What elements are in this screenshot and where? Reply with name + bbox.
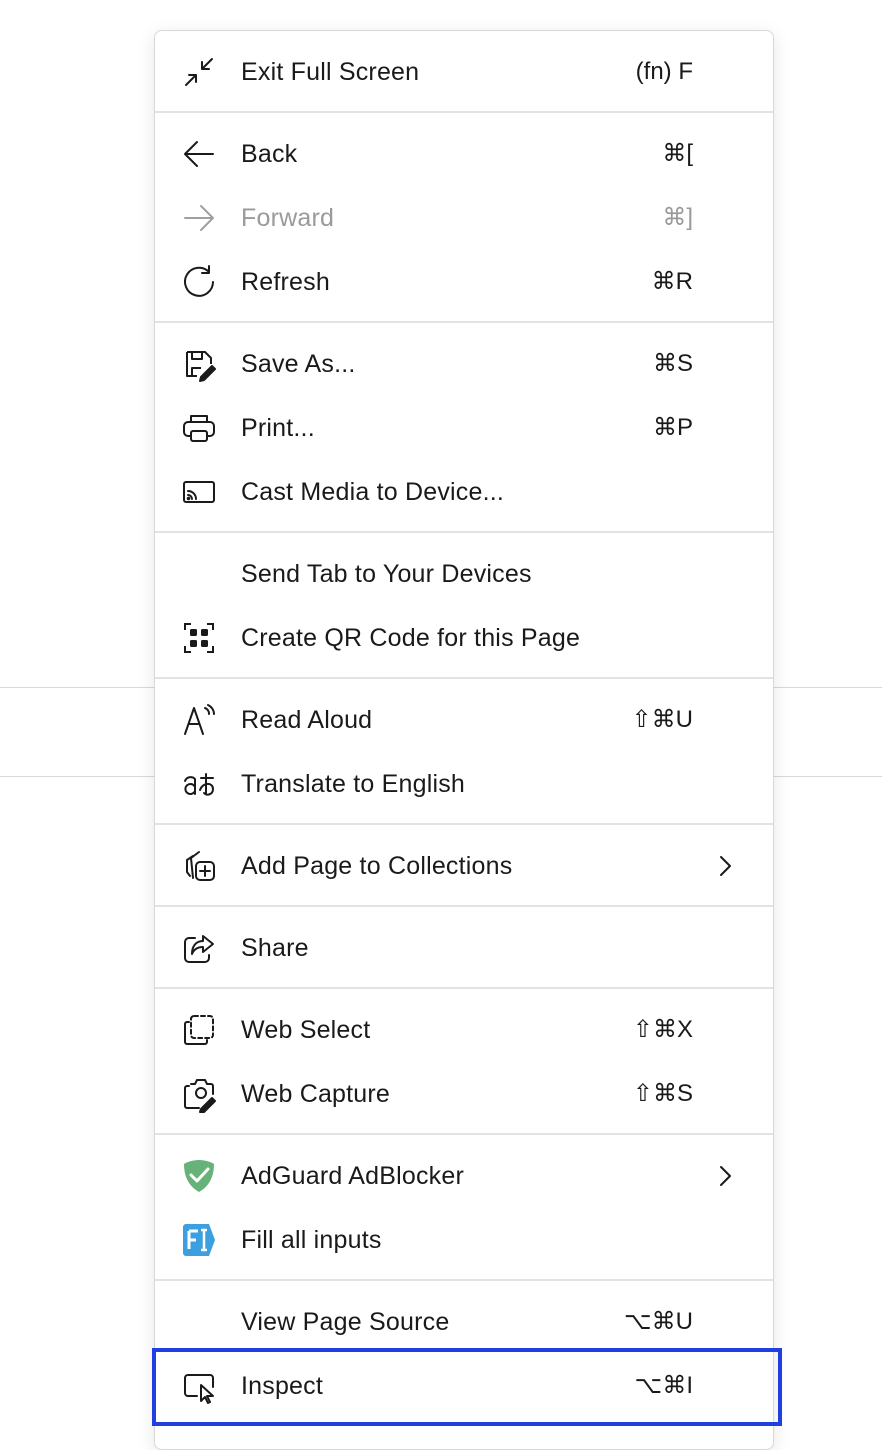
menu-item-label: AdGuard AdBlocker (241, 1162, 464, 1190)
shortcut-label: ⌥⌘I (634, 1372, 693, 1399)
menu-separator (155, 111, 773, 113)
menu-item-label: Print... (241, 414, 315, 442)
shortcut-label: ⌥⌘U (624, 1308, 693, 1335)
menu-separator (155, 1133, 773, 1135)
shortcut-label: ⌘R (651, 268, 693, 295)
exit-fullscreen-icon (181, 54, 217, 90)
menu-separator (155, 531, 773, 533)
menu-item-adguard[interactable]: AdGuard AdBlocker (155, 1144, 773, 1208)
shortcut-label: ⌘[ (662, 140, 693, 167)
menu-item-web-select[interactable]: Web Select ⇧⌘X (155, 998, 773, 1062)
context-menu: Exit Full Screen (fn) F Back ⌘[ Forward … (154, 30, 774, 1450)
menu-item-share[interactable]: Share (155, 916, 773, 980)
web-select-icon (181, 1012, 217, 1048)
menu-item-label: Refresh (241, 268, 330, 296)
menu-item-fill-all-inputs[interactable]: Fill all inputs (155, 1208, 773, 1272)
menu-item-back[interactable]: Back ⌘[ (155, 122, 773, 186)
chevron-right-icon (720, 856, 731, 876)
menu-item-inspect[interactable]: Inspect ⌥⌘I (155, 1354, 773, 1418)
collections-add-icon (181, 848, 217, 884)
menu-separator (155, 677, 773, 679)
cast-icon (181, 474, 217, 510)
menu-item-label: Translate to English (241, 770, 466, 798)
menu-item-label: Share (241, 934, 309, 962)
menu-item-label: Web Select (241, 1016, 371, 1044)
refresh-icon (181, 264, 217, 300)
shortcut-label: ⌘P (652, 414, 693, 441)
chevron-right-icon (720, 1166, 731, 1186)
menu-item-cast-media[interactable]: Cast Media to Device... (155, 460, 773, 524)
menu-item-exit-full-screen[interactable]: Exit Full Screen (fn) F (155, 40, 773, 104)
menu-separator (155, 905, 773, 907)
arrow-left-icon (181, 136, 217, 172)
web-capture-icon (181, 1076, 217, 1113)
menu-item-label: Cast Media to Device... (241, 478, 505, 506)
menu-item-read-aloud[interactable]: Read Aloud ⇧⌘U (155, 688, 773, 752)
menu-item-label: View Page Source (241, 1308, 450, 1336)
menu-item-label: Exit Full Screen (241, 58, 420, 86)
menu-separator (155, 1279, 773, 1281)
save-icon (181, 346, 217, 382)
menu-item-forward[interactable]: Forward ⌘] (155, 186, 773, 250)
adguard-shield-icon (181, 1158, 217, 1194)
menu-item-print[interactable]: Print... ⌘P (155, 396, 773, 460)
menu-item-label: Add Page to Collections (241, 852, 513, 880)
menu-item-translate[interactable]: Translate to English (155, 752, 773, 816)
share-icon (181, 930, 217, 966)
menu-item-view-page-source[interactable]: View Page Source ⌥⌘U (155, 1290, 773, 1354)
menu-item-send-tab[interactable]: Send Tab to Your Devices (155, 542, 773, 606)
menu-item-save-as[interactable]: Save As... ⌘S (155, 332, 773, 396)
shortcut-label: ⌘] (662, 204, 693, 231)
shortcut-label: (fn) F (635, 58, 693, 85)
arrow-right-icon (181, 200, 217, 236)
menu-item-create-qr-code[interactable]: Create QR Code for this Page (155, 606, 773, 670)
menu-item-label: Send Tab to Your Devices (241, 560, 532, 588)
menu-item-label: Create QR Code for this Page (241, 624, 581, 652)
shortcut-label: ⇧⌘U (631, 706, 693, 733)
menu-item-web-capture[interactable]: Web Capture ⇧⌘S (155, 1062, 773, 1126)
menu-item-label: Read Aloud (241, 706, 373, 734)
shortcut-label: ⌘S (652, 350, 693, 377)
menu-item-label: Forward (241, 204, 335, 232)
shortcut-label: ⇧⌘S (632, 1080, 693, 1107)
menu-item-label: Save As... (241, 350, 356, 378)
menu-item-refresh[interactable]: Refresh ⌘R (155, 250, 773, 314)
read-aloud-icon (181, 702, 217, 738)
menu-item-label: Web Capture (241, 1080, 391, 1108)
qr-code-icon (181, 620, 217, 656)
menu-separator (155, 987, 773, 989)
inspect-icon (181, 1368, 217, 1404)
fill-inputs-icon (181, 1222, 217, 1258)
menu-item-add-to-collections[interactable]: Add Page to Collections (155, 834, 773, 898)
menu-item-label: Fill all inputs (241, 1226, 382, 1254)
menu-separator (155, 823, 773, 825)
printer-icon (181, 410, 217, 446)
menu-item-label: Inspect (241, 1372, 324, 1400)
shortcut-label: ⇧⌘X (632, 1016, 693, 1043)
menu-separator (155, 321, 773, 323)
translate-icon (181, 766, 217, 802)
menu-item-label: Back (241, 140, 298, 168)
